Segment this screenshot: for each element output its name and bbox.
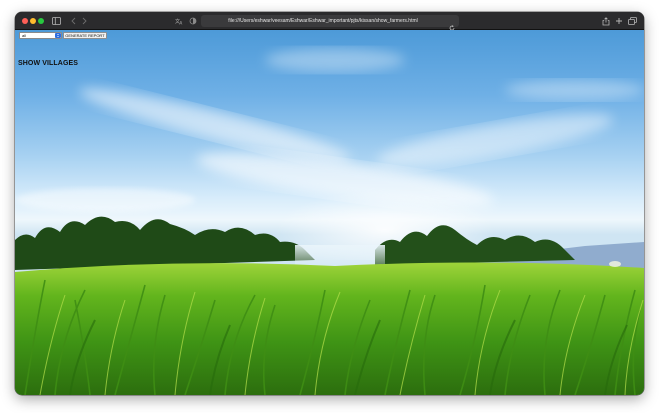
village-filter-select[interactable]: all bbox=[19, 32, 62, 39]
address-bar[interactable]: file:///Users/eshwar/veesam/Eshwar/Eshwa… bbox=[201, 15, 459, 31]
chevron-updown-icon bbox=[55, 33, 61, 38]
sidebar-icon[interactable] bbox=[52, 16, 61, 26]
translate-icon[interactable]: 文A bbox=[175, 16, 184, 26]
svg-text:A: A bbox=[180, 21, 183, 26]
select-value: all bbox=[22, 33, 27, 38]
generate-report-button[interactable]: GENERATE REPORT bbox=[63, 32, 107, 39]
tab-overview-icon[interactable] bbox=[628, 16, 637, 26]
share-icon[interactable] bbox=[602, 16, 610, 26]
page-title: SHOW VILLAGES bbox=[18, 60, 79, 67]
page-content: all GENERATE REPORT SHOW VILLAGES bbox=[15, 30, 644, 395]
address-url: file:///Users/eshwar/veesam/Eshwar/Eshwa… bbox=[228, 18, 418, 24]
new-tab-icon[interactable] bbox=[615, 16, 623, 26]
minimize-window-button[interactable] bbox=[30, 18, 36, 24]
browser-window: 文A file:///Users/eshwar/veesam/Eshwar/Es… bbox=[15, 12, 644, 395]
back-icon[interactable] bbox=[70, 16, 77, 26]
reload-icon[interactable] bbox=[449, 18, 455, 31]
browser-toolbar: 文A file:///Users/eshwar/veesam/Eshwar/Es… bbox=[15, 12, 644, 31]
close-window-button[interactable] bbox=[22, 18, 28, 24]
forward-icon[interactable] bbox=[81, 16, 88, 26]
grass-field-image bbox=[15, 216, 644, 395]
shield-icon[interactable] bbox=[189, 16, 197, 26]
zoom-window-button[interactable] bbox=[38, 18, 44, 24]
